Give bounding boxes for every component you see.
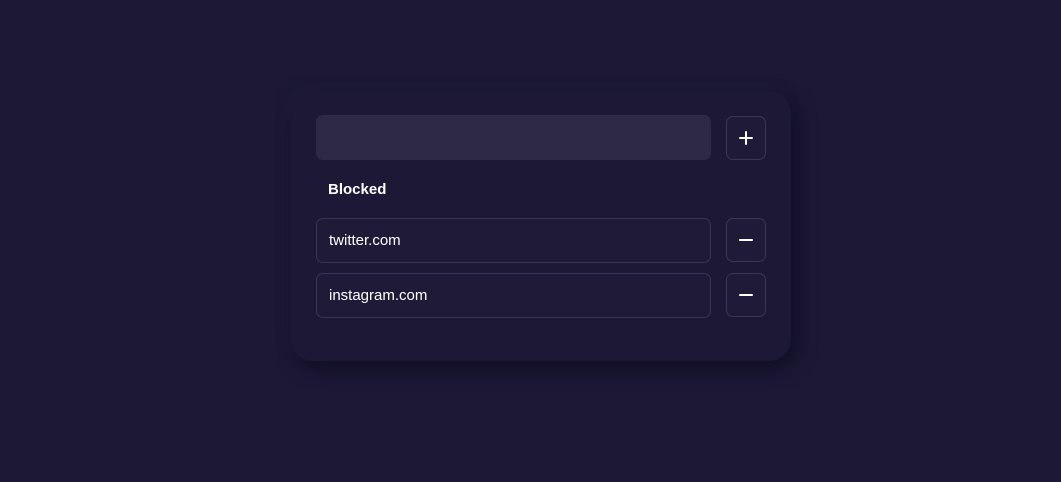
minus-icon [739, 294, 753, 296]
blocked-heading: Blocked [328, 181, 387, 198]
remove-site-button[interactable] [726, 218, 766, 262]
minus-icon [739, 239, 753, 241]
blocked-site-item: twitter.com [316, 218, 711, 263]
blocked-site-item: instagram.com [316, 273, 711, 318]
plus-icon [739, 131, 753, 145]
new-site-input[interactable] [316, 115, 711, 160]
add-site-button[interactable] [726, 116, 766, 160]
remove-site-button[interactable] [726, 273, 766, 317]
blocklist-card: Blocked twitter.com instagram.com [291, 91, 791, 361]
